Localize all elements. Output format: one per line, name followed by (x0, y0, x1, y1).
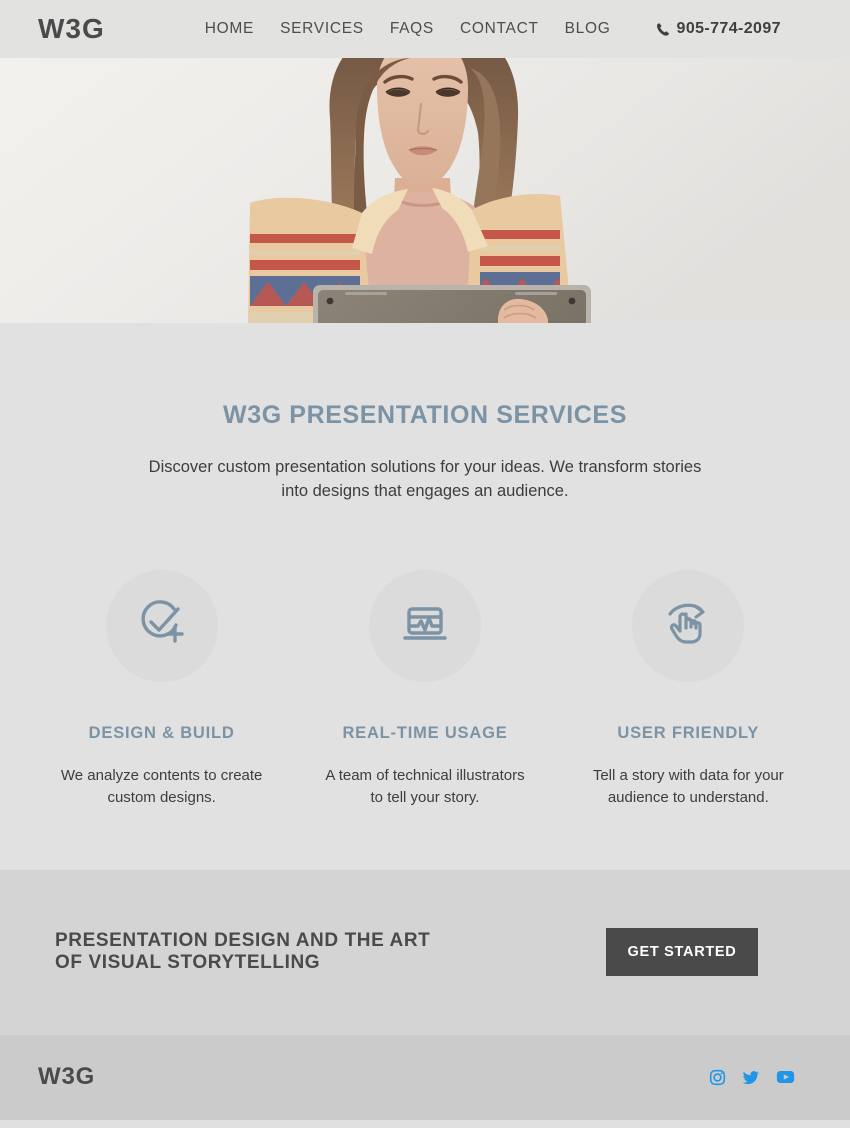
hand-swipe-gesture-icon (662, 597, 714, 654)
feature-icon-wrapper (632, 569, 745, 682)
site-header: W3G HOME SERVICES FAQS CONTACT BLOG 905-… (0, 0, 850, 58)
nav-link-blog[interactable]: BLOG (565, 20, 611, 38)
nav-link-home[interactable]: HOME (205, 20, 254, 38)
cta-section: PRESENTATION DESIGN AND THE ART OF VISUA… (0, 869, 850, 1035)
feature-card-user-friendly: USER FRIENDLY Tell a story with data for… (557, 569, 820, 810)
youtube-icon[interactable] (776, 1069, 795, 1085)
feature-description: A team of technical illustrators to tell… (325, 766, 525, 807)
services-subtitle: Discover custom presentation solutions f… (148, 458, 702, 500)
hero-section (0, 58, 850, 323)
feature-description: We analyze contents to create custom des… (60, 766, 263, 807)
instagram-icon[interactable] (709, 1069, 726, 1086)
nav-link-services[interactable]: SERVICES (280, 20, 364, 38)
features-row: DESIGN & BUILD We analyze contents to cr… (0, 569, 850, 810)
feature-description: Tell a story with data for your audience… (592, 766, 784, 807)
services-section: W3G PRESENTATION SERVICES Discover custo… (0, 323, 850, 870)
hero-photo (0, 58, 850, 323)
services-title: W3G PRESENTATION SERVICES (223, 401, 627, 429)
nav-link-contact[interactable]: CONTACT (460, 20, 539, 38)
feature-title: USER FRIENDLY (617, 723, 760, 742)
cta-heading-line2: OF VISUAL STORYTELLING (55, 952, 321, 974)
feature-card-real-time-usage: REAL-TIME USAGE A team of technical illu… (293, 569, 556, 810)
footer-logo[interactable]: W3G (38, 1063, 95, 1091)
phone-icon (656, 22, 670, 37)
site-logo[interactable]: W3G (38, 13, 105, 45)
main-navigation: HOME SERVICES FAQS CONTACT BLOG (205, 20, 611, 38)
get-started-button[interactable]: GET STARTED (606, 928, 758, 977)
twitter-icon[interactable] (742, 1069, 760, 1086)
social-links (709, 1069, 795, 1086)
site-footer: W3G (0, 1034, 850, 1120)
feature-title: DESIGN & BUILD (88, 723, 235, 742)
check-circle-plus-icon (136, 597, 188, 654)
feature-icon-wrapper (105, 569, 218, 682)
phone-number-link[interactable]: 905-774-2097 (656, 20, 781, 38)
monitor-pulse-chart-icon (399, 597, 451, 654)
cta-heading-line1: PRESENTATION DESIGN AND THE ART (55, 929, 431, 951)
phone-number-text: 905-774-2097 (676, 20, 781, 37)
cta-heading: PRESENTATION DESIGN AND THE ART OF VISUA… (55, 930, 430, 975)
feature-card-design-build: DESIGN & BUILD We analyze contents to cr… (30, 569, 293, 810)
nav-link-faqs[interactable]: FAQS (390, 20, 434, 38)
feature-icon-wrapper (368, 569, 481, 682)
feature-title: REAL-TIME USAGE (342, 723, 508, 742)
